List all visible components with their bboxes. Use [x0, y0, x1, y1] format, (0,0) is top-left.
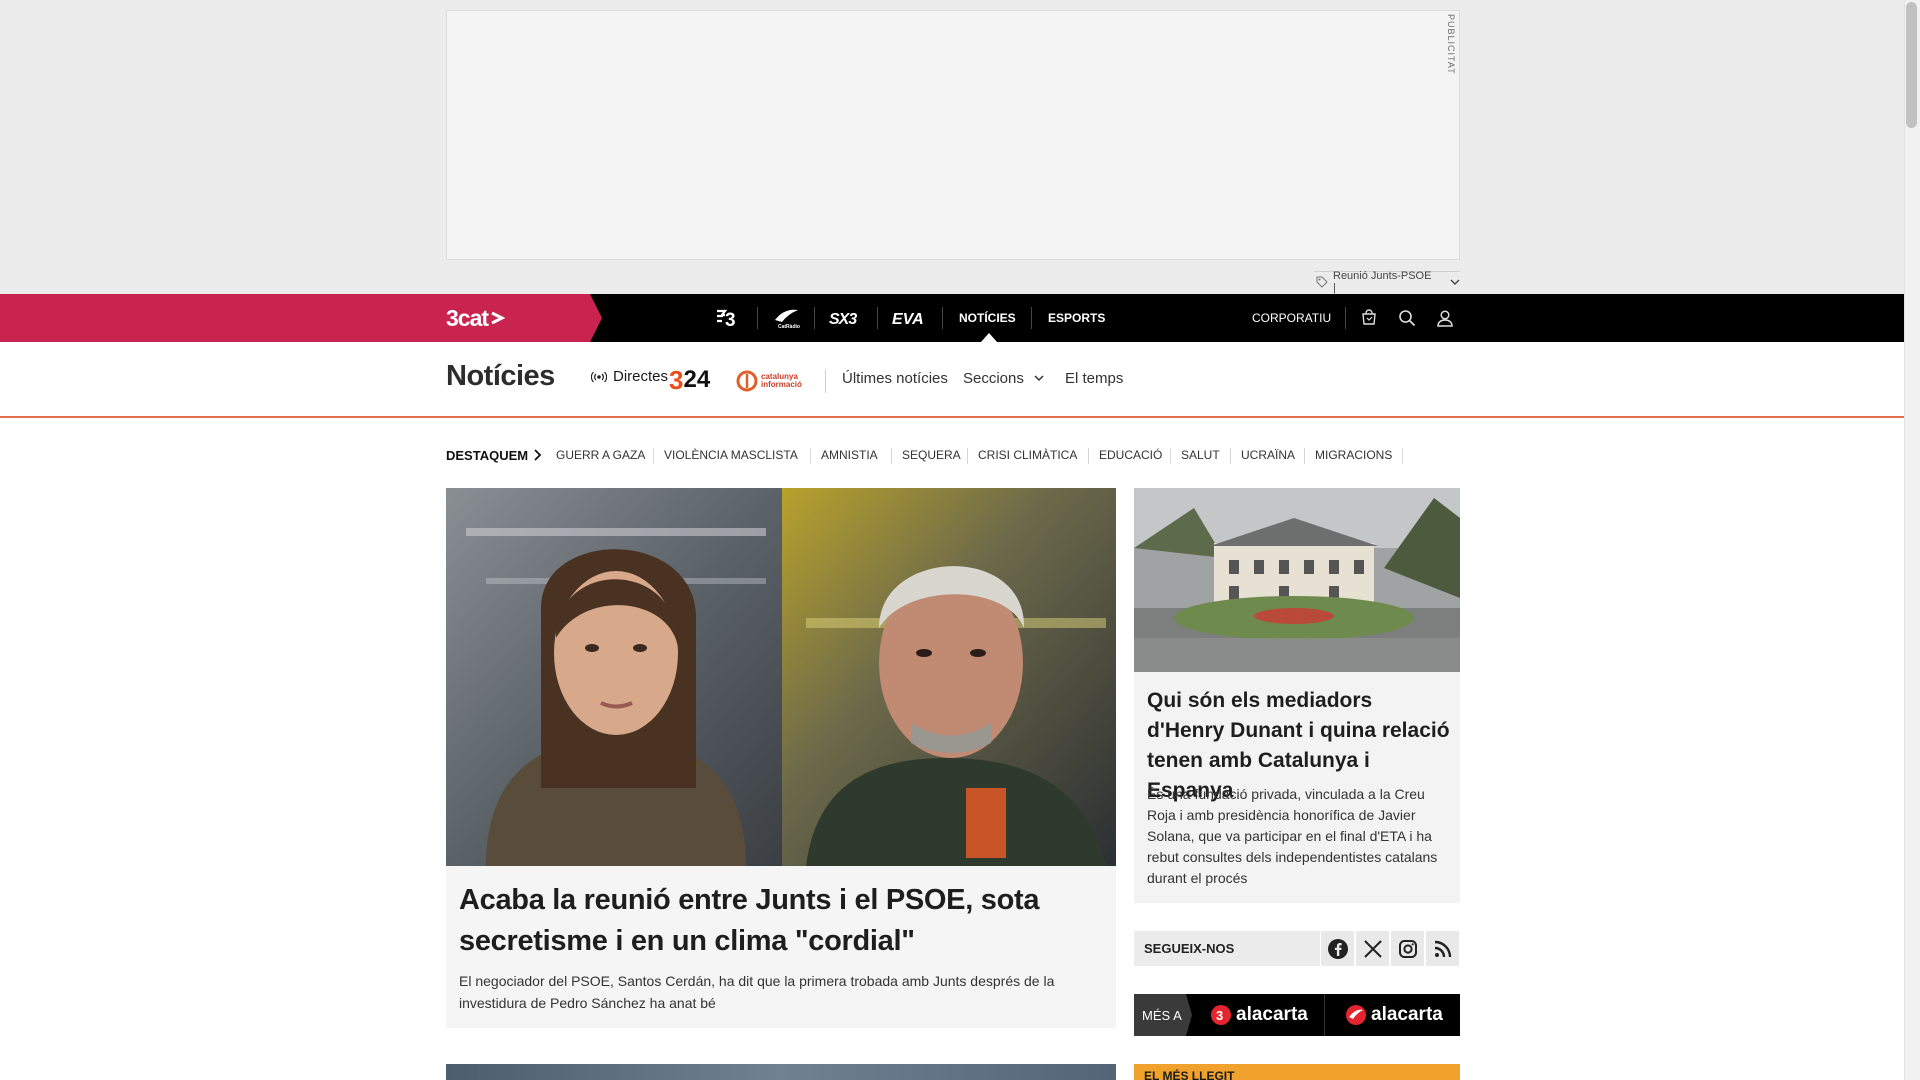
catinfo-logo-icon — [736, 370, 758, 392]
rss-icon[interactable] — [1425, 931, 1459, 966]
ad-banner[interactable] — [446, 10, 1460, 260]
active-nav-indicator — [981, 333, 997, 342]
trending-item[interactable]: SEQUERA — [902, 447, 961, 463]
svg-text:SX3: SX3 — [829, 311, 857, 327]
trending-item[interactable]: UCRAÏNA — [1241, 447, 1295, 463]
catradio-alacarta-link[interactable]: alacarta — [1345, 994, 1443, 1036]
main-article-image[interactable] — [446, 488, 1116, 866]
trending-title-text: DESTAQUEM — [446, 447, 529, 463]
trending-item[interactable]: EDUCACIÓ — [1099, 447, 1162, 463]
trending-item[interactable]: MIGRACIONS — [1315, 447, 1392, 463]
trending-separator — [1230, 448, 1231, 464]
channel-separator — [877, 307, 878, 329]
link-seccions[interactable]: Seccions — [963, 370, 1044, 387]
x-icon[interactable] — [1355, 931, 1389, 966]
live-broadcast-icon — [591, 371, 607, 382]
channel-catradio[interactable]: CatRàdio — [770, 294, 804, 342]
trending-separator — [1304, 448, 1305, 464]
channel-tv3[interactable]: 3 — [712, 294, 744, 342]
nav-corporatiu[interactable]: CORPORATIU — [1252, 294, 1331, 342]
catradio-logo-icon: CatRàdio — [775, 309, 800, 330]
ad-label: PUBLICITAT — [1446, 14, 1456, 75]
brand-arrow-icon — [491, 311, 506, 325]
trending-separator — [653, 448, 654, 464]
brand-logo[interactable]: 3cat — [446, 304, 506, 331]
live-label: Directes — [613, 368, 669, 385]
page-scrollbar[interactable] — [1904, 0, 1920, 1080]
tv3-alacarta-link[interactable]: 3 alacarta — [1210, 994, 1308, 1036]
tag-icon — [1316, 276, 1328, 288]
alacarta-separator — [1324, 994, 1325, 1036]
svg-text:3: 3 — [1216, 1008, 1223, 1023]
brand-logo-text: 3cat — [446, 304, 489, 331]
tv3-badge-icon: 3 — [1211, 1005, 1231, 1025]
channel-separator — [942, 307, 943, 329]
side-article-image[interactable] — [1134, 488, 1460, 672]
topic-tag-text: Reunió Junts-PSOE | — [1333, 269, 1432, 294]
side-article-lead: És una fundació privada, vinculada a la … — [1147, 786, 1438, 886]
section-title[interactable]: Notícies — [446, 360, 555, 393]
trending-item[interactable]: AMNISTIA — [821, 447, 878, 463]
most-read-title: EL MÉS LLEGIT — [1144, 1069, 1235, 1080]
tv3-logo-icon: 3 — [717, 309, 736, 329]
live-link[interactable]: Directes — [591, 368, 668, 385]
chevron-down-icon — [1034, 375, 1044, 382]
mes-a-label: MÉS A — [1134, 994, 1192, 1036]
channel-separator — [814, 307, 815, 329]
chevron-down-icon[interactable] — [1450, 278, 1460, 286]
trending-separator — [1170, 448, 1171, 464]
logo-catalunya-informacio[interactable]: catalunya informació — [736, 368, 802, 394]
trending-item[interactable]: CRISI CLIMÀTICA — [978, 447, 1077, 463]
logo-324[interactable]: 332424 — [669, 364, 711, 395]
shop-icon[interactable] — [1357, 306, 1381, 330]
channel-separator — [1031, 307, 1032, 329]
trending-separator — [967, 448, 968, 464]
facebook-icon[interactable] — [1320, 931, 1354, 966]
follow-us-label: SEGUEIX-NOS — [1134, 931, 1320, 966]
channel-sx3[interactable]: SX3 — [827, 294, 865, 342]
channel-eva[interactable]: EVA — [890, 294, 930, 342]
nav-esports[interactable]: ESPORTS — [1048, 294, 1105, 342]
search-icon[interactable] — [1395, 306, 1419, 330]
user-icon[interactable] — [1433, 306, 1457, 330]
logo-324-mark: 3 — [669, 364, 684, 395]
most-read-header: EL MÉS LLEGIT — [1134, 1064, 1460, 1080]
svg-text:3: 3 — [725, 310, 736, 329]
trending-separator — [810, 448, 811, 464]
sx3-logo-icon: SX3 — [829, 311, 858, 327]
trending-item[interactable]: SALUT — [1181, 447, 1220, 463]
trending-title[interactable]: DESTAQUEM — [446, 447, 542, 463]
trending-separator — [891, 448, 892, 464]
channel-separator — [757, 307, 758, 329]
main-article-title[interactable]: Acaba la reunió entre Junts i el PSOE, s… — [459, 880, 1099, 962]
section-divider — [825, 369, 826, 393]
eva-logo-icon: EVA — [892, 311, 924, 327]
trending-separator — [1402, 448, 1403, 464]
scrollbar-thumb[interactable] — [1906, 2, 1917, 128]
catradio-badge-icon — [1346, 1005, 1366, 1025]
svg-text:EVA: EVA — [892, 311, 924, 327]
topic-tag-bar[interactable]: Reunió Junts-PSOE | — [1314, 269, 1460, 294]
brand-strip — [0, 294, 602, 342]
instagram-icon[interactable] — [1390, 931, 1424, 966]
tv3-alacarta-label: alacarta — [1236, 1004, 1308, 1025]
link-seccions-label: Seccions — [963, 370, 1024, 387]
main-article-lead: El negociador del PSOE, Santos Cerdán, h… — [459, 973, 1055, 1011]
trending-item[interactable]: GUERR A GAZA — [556, 447, 645, 463]
link-ultimes-noticies[interactable]: Últimes notícies — [842, 370, 948, 387]
chevron-right-icon — [534, 449, 542, 461]
nav-separator — [1345, 307, 1346, 329]
section-header — [0, 342, 1904, 418]
logo-324-digits: 24 — [683, 366, 711, 393]
catinfo-line2: informació — [761, 380, 802, 389]
trending-separator — [1088, 448, 1089, 464]
next-article-image[interactable] — [446, 1064, 1116, 1080]
trending-item[interactable]: VIOLÈNCIA MASCLISTA — [664, 447, 798, 463]
catradio-alacarta-label: alacarta — [1371, 1004, 1443, 1025]
link-el-temps[interactable]: El temps — [1065, 370, 1123, 387]
svg-text:CatRàdio: CatRàdio — [778, 324, 800, 330]
